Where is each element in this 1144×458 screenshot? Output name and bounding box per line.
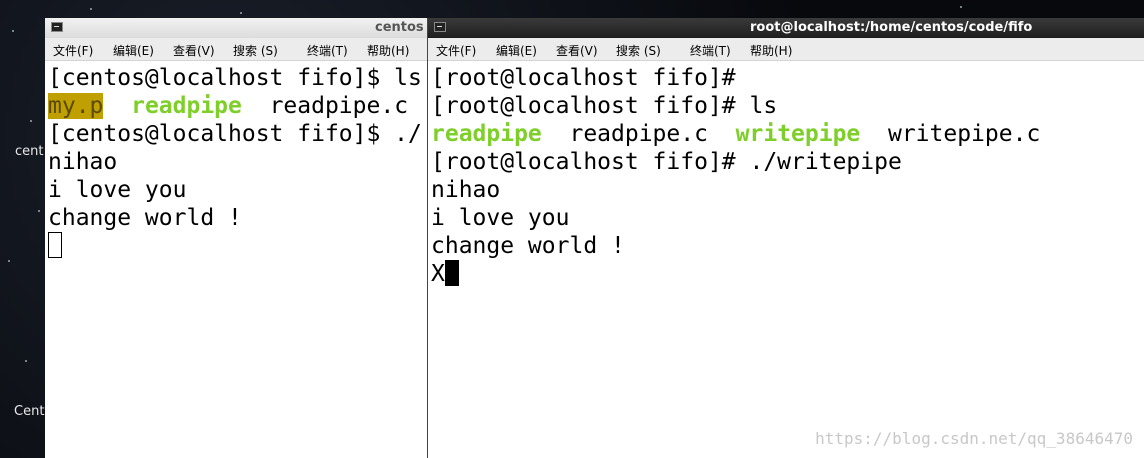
watermark: https://blog.csdn.net/qq_38646470 — [815, 429, 1133, 448]
right-terminal-output[interactable]: [root@localhost fifo]# [root@localhost f… — [431, 64, 1144, 458]
menu-help[interactable]: 帮助(H) — [367, 42, 409, 59]
left-menubar: 文件(F) 编辑(E) 查看(V) 搜索 (S) 终端(T) 帮助(H) — [45, 38, 430, 61]
terminal-icon — [51, 22, 63, 32]
menu-view[interactable]: 查看(V) — [556, 42, 598, 59]
menu-terminal[interactable]: 终端(T) — [307, 42, 348, 59]
terminal-line: change world ! — [48, 205, 242, 231]
menu-edit[interactable]: 编辑(E) — [113, 42, 154, 59]
star — [960, 6, 962, 8]
terminal-line: [root@localhost fifo]# ./writepipe — [431, 149, 902, 175]
file-writepipe-c: writepipe.c — [860, 121, 1041, 147]
terminal-cursor — [444, 260, 459, 286]
menu-file[interactable]: 文件(F) — [436, 42, 476, 59]
desktop-icon-label[interactable]: cent — [15, 144, 43, 159]
window-title: centos — [375, 20, 424, 35]
left-titlebar[interactable]: centos — [45, 18, 430, 38]
file-readpipe: readpipe — [431, 121, 542, 147]
terminal-line: nihao — [48, 149, 118, 175]
star — [38, 210, 40, 212]
menu-file[interactable]: 文件(F) — [53, 42, 93, 59]
star — [30, 120, 32, 122]
terminal-line: readpipe readpipe.c writepipe writepipe.… — [431, 120, 1144, 148]
star — [240, 12, 242, 14]
terminal-input-line: X — [431, 260, 1144, 288]
desktop-icon-label[interactable]: Cent — [14, 404, 44, 419]
star — [12, 30, 14, 32]
terminal-line: my.p readpipe readpipe.c — [48, 92, 430, 120]
left-terminal-output[interactable]: [centos@localhost fifo]$ ls my.p readpip… — [48, 64, 430, 458]
terminal-cursor — [48, 232, 62, 258]
menu-search[interactable]: 搜索 (S) — [233, 42, 278, 59]
star — [25, 360, 27, 362]
right-titlebar[interactable]: root@localhost:/home/centos/code/fifo — [428, 18, 1144, 38]
window-title: root@localhost:/home/centos/code/fifo — [750, 20, 1033, 35]
right-terminal-window[interactable]: root@localhost:/home/centos/code/fifo 文件… — [427, 18, 1144, 458]
terminal-line: i love you — [48, 177, 187, 203]
file-my-p: my.p — [48, 93, 104, 119]
left-terminal-window[interactable]: centos 文件(F) 编辑(E) 查看(V) 搜索 (S) 终端(T) 帮助… — [45, 18, 430, 458]
terminal-line: [centos@localhost fifo]$ ./ — [48, 121, 422, 147]
terminal-line: [root@localhost fifo]# — [431, 65, 736, 91]
menu-view[interactable]: 查看(V) — [173, 42, 215, 59]
terminal-line: [centos@localhost fifo]$ ls — [48, 65, 422, 91]
file-readpipe-c: readpipe.c — [541, 121, 736, 147]
file-readpipe: readpipe — [131, 93, 242, 119]
menu-search[interactable]: 搜索 (S) — [616, 42, 661, 59]
typed-input: X — [431, 261, 445, 287]
menu-help[interactable]: 帮助(H) — [750, 42, 792, 59]
star — [8, 260, 10, 262]
terminal-icon — [434, 22, 446, 32]
right-menubar: 文件(F) 编辑(E) 查看(V) 搜索 (S) 终端(T) 帮助(H) — [428, 38, 1144, 61]
star — [90, 8, 92, 10]
menu-terminal[interactable]: 终端(T) — [690, 42, 731, 59]
file-writepipe: writepipe — [735, 121, 861, 147]
terminal-cursor-line — [48, 232, 430, 260]
terminal-line: [root@localhost fifo]# ls — [431, 93, 778, 119]
menu-edit[interactable]: 编辑(E) — [496, 42, 537, 59]
file-readpipe-c: readpipe.c — [241, 93, 409, 119]
terminal-line: i love you — [431, 205, 570, 231]
terminal-line: nihao — [431, 177, 501, 203]
terminal-line: change world ! — [431, 233, 625, 259]
